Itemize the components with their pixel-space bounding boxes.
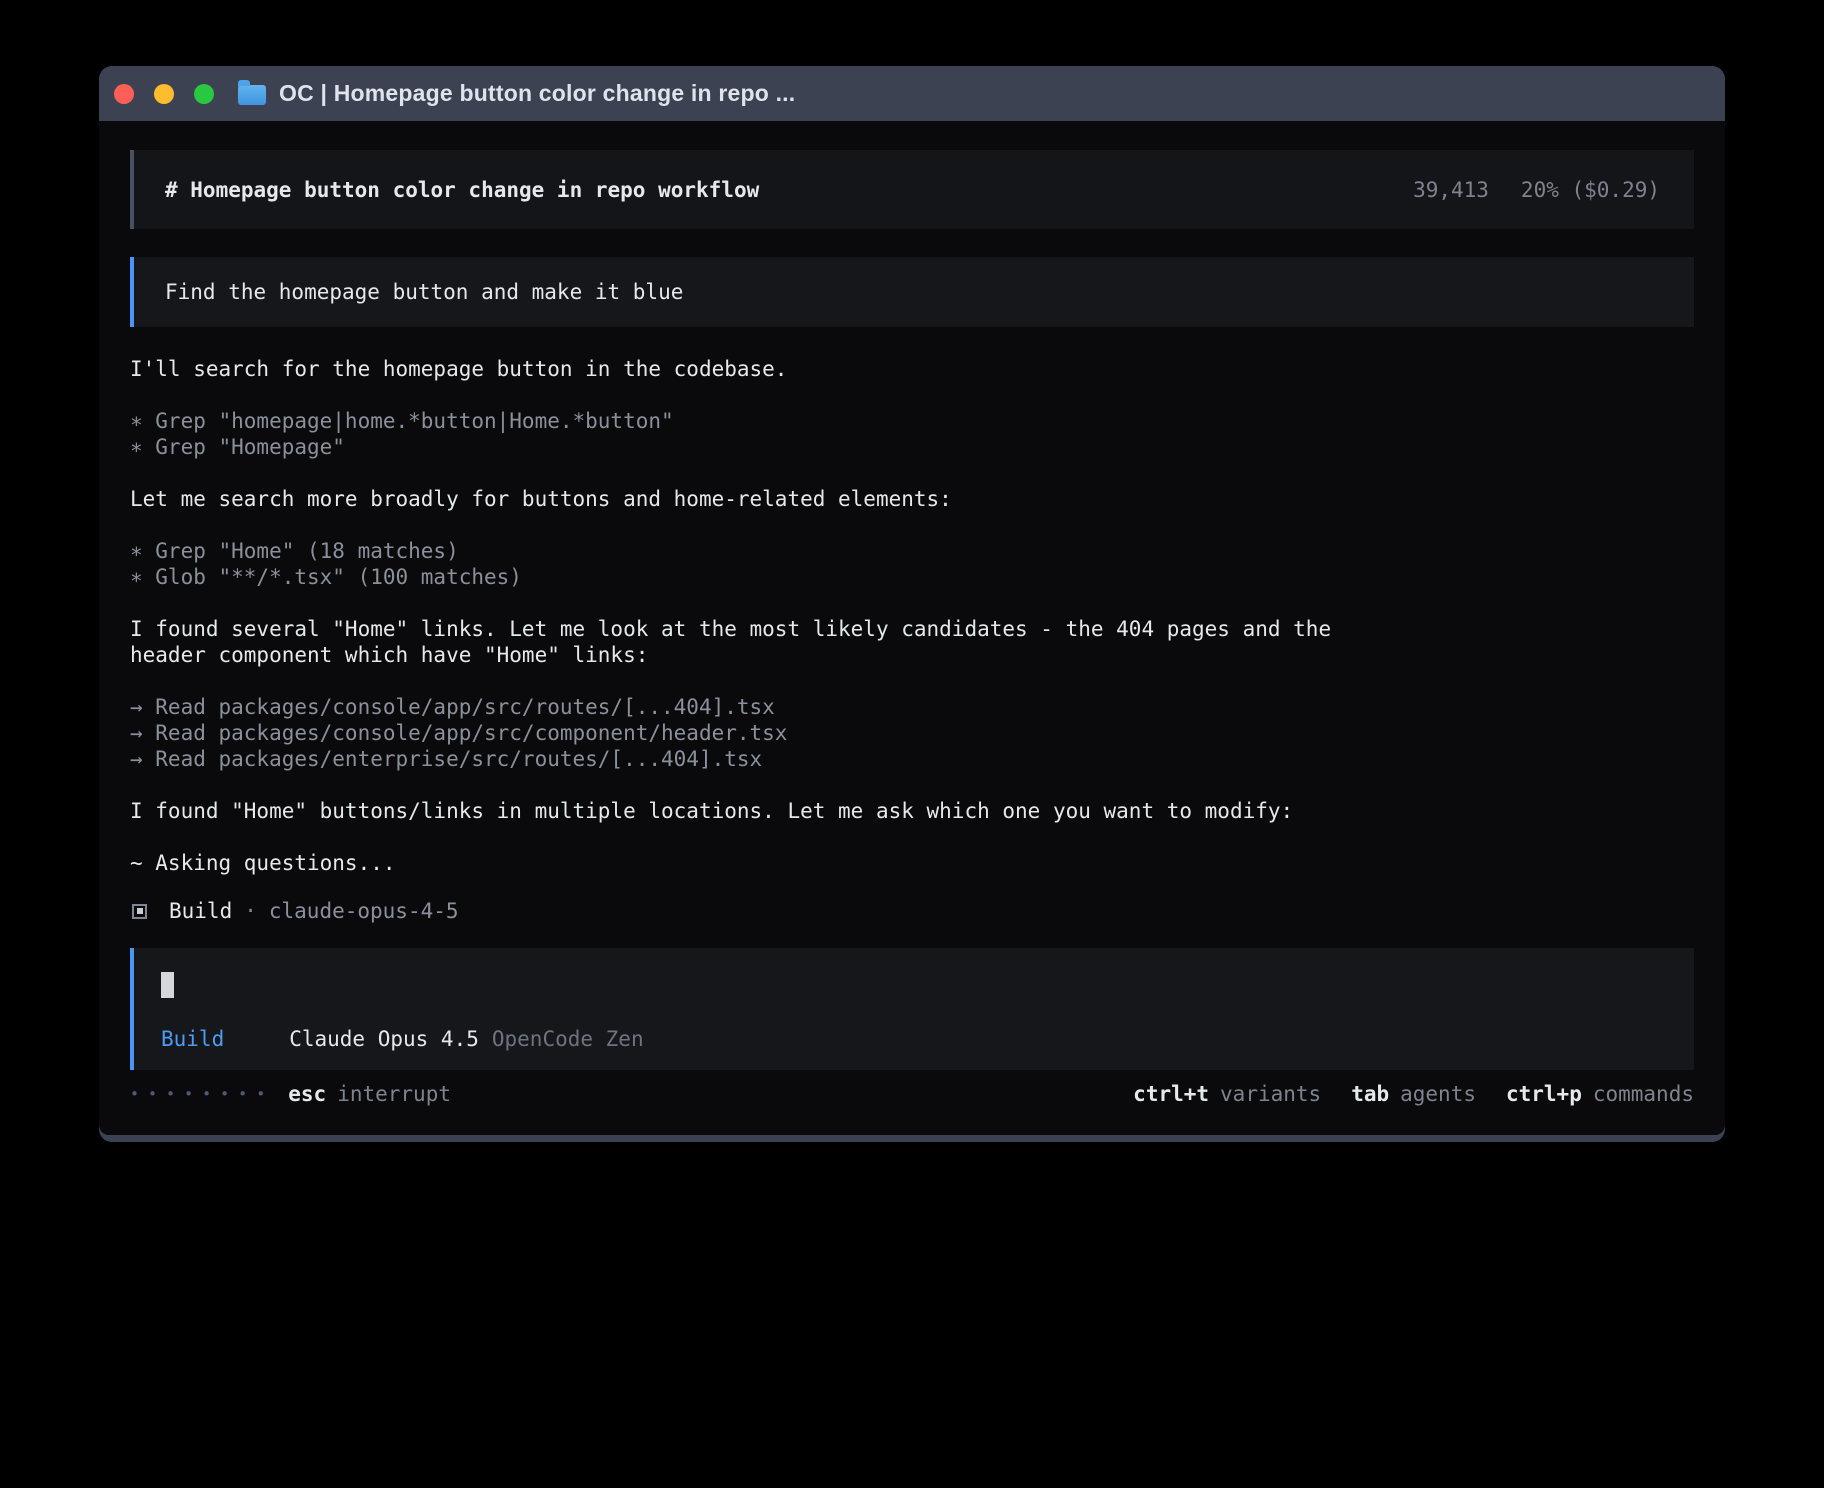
assistant-message-line: I found several "Home" links. Let me loo…: [130, 616, 1694, 642]
input-agent-label[interactable]: Build: [161, 1026, 224, 1052]
interrupt-label: interrupt: [337, 1082, 451, 1106]
traffic-lights: [114, 84, 214, 104]
terminal-window: OC | Homepage button color change in rep…: [99, 66, 1725, 1142]
text-cursor: [161, 972, 174, 998]
window-title: OC | Homepage button color change in rep…: [279, 80, 795, 107]
blank-line: [130, 668, 1694, 694]
shortcut-label: variants: [1220, 1082, 1321, 1106]
user-message-text: Find the homepage button and make it blu…: [165, 280, 683, 304]
window-titlebar[interactable]: OC | Homepage button color change in rep…: [99, 66, 1725, 121]
tool-call-line: ∗ Grep "Home" (18 matches): [130, 538, 1694, 564]
tool-call-line: ∗ Glob "**/*.tsx" (100 matches): [130, 564, 1694, 590]
session-title: # Homepage button color change in repo w…: [165, 178, 759, 202]
tool-call-line: → Read packages/console/app/src/componen…: [130, 720, 1694, 746]
blank-line: [130, 460, 1694, 486]
shortcut-agents: tab agents: [1351, 1082, 1476, 1106]
agent-status-row: Build · claude-opus-4-5: [130, 898, 1694, 924]
agent-separator: ·: [244, 899, 257, 923]
agent-name: Build: [169, 899, 232, 923]
assistant-message-line: I'll search for the homepage button in t…: [130, 356, 1694, 382]
agent-build-icon: [132, 904, 147, 919]
interrupt-key: esc: [288, 1082, 326, 1106]
shortcut-label: agents: [1400, 1082, 1476, 1106]
shortcut-hints: ctrl+t variants tab agents ctrl+p comman…: [1133, 1082, 1694, 1106]
titlebar-title-group: OC | Homepage button color change in rep…: [238, 80, 795, 107]
zoom-button[interactable]: [194, 84, 214, 104]
shortcut-key: tab: [1351, 1082, 1389, 1106]
assistant-message-line: Let me search more broadly for buttons a…: [130, 486, 1694, 512]
shortcut-variants: ctrl+t variants: [1133, 1082, 1321, 1106]
shortcut-key: ctrl+p: [1506, 1082, 1582, 1106]
close-button[interactable]: [114, 84, 134, 104]
minimize-button[interactable]: [154, 84, 174, 104]
interrupt-hint: esc interrupt: [288, 1082, 451, 1106]
user-message: Find the homepage button and make it blu…: [130, 257, 1694, 327]
blank-line: [130, 512, 1694, 538]
tool-call-line: → Read packages/enterprise/src/routes/[.…: [130, 746, 1694, 772]
session-stats: 39,413 20% ($0.29): [1413, 178, 1660, 202]
assistant-transcript: I'll search for the homepage button in t…: [130, 356, 1694, 876]
agent-model: claude-opus-4-5: [269, 899, 459, 923]
input-model-label[interactable]: Claude Opus 4.5: [289, 1026, 479, 1052]
input-provider-label: OpenCode Zen: [492, 1026, 644, 1052]
prompt-input[interactable]: Build Claude Opus 4.5 OpenCode Zen: [130, 948, 1694, 1070]
tool-call-line: ∗ Grep "Homepage": [130, 434, 1694, 460]
shortcut-label: commands: [1593, 1082, 1694, 1106]
session-header: # Homepage button color change in repo w…: [130, 150, 1694, 229]
tool-call-line: ∗ Grep "homepage|home.*button|Home.*butt…: [130, 408, 1694, 434]
status-message-line: ~ Asking questions...: [130, 850, 1694, 876]
assistant-message-line: I found "Home" buttons/links in multiple…: [130, 798, 1694, 824]
blank-line: [130, 590, 1694, 616]
context-usage: 20% ($0.29): [1521, 178, 1660, 202]
blank-line: [130, 772, 1694, 798]
terminal-content: # Homepage button color change in repo w…: [99, 121, 1725, 1135]
token-count: 39,413: [1413, 178, 1489, 202]
activity-dots-icon: ••••••••: [130, 1081, 274, 1107]
status-bar: •••••••• esc interrupt ctrl+t variants t…: [130, 1081, 1694, 1107]
input-meta-row: Build Claude Opus 4.5 OpenCode Zen: [161, 1026, 1664, 1052]
blank-line: [130, 824, 1694, 850]
shortcut-commands: ctrl+p commands: [1506, 1082, 1694, 1106]
shortcut-key: ctrl+t: [1133, 1082, 1209, 1106]
tool-call-line: → Read packages/console/app/src/routes/[…: [130, 694, 1694, 720]
assistant-message-line: header component which have "Home" links…: [130, 642, 1694, 668]
blank-line: [130, 382, 1694, 408]
folder-icon: [238, 85, 266, 105]
